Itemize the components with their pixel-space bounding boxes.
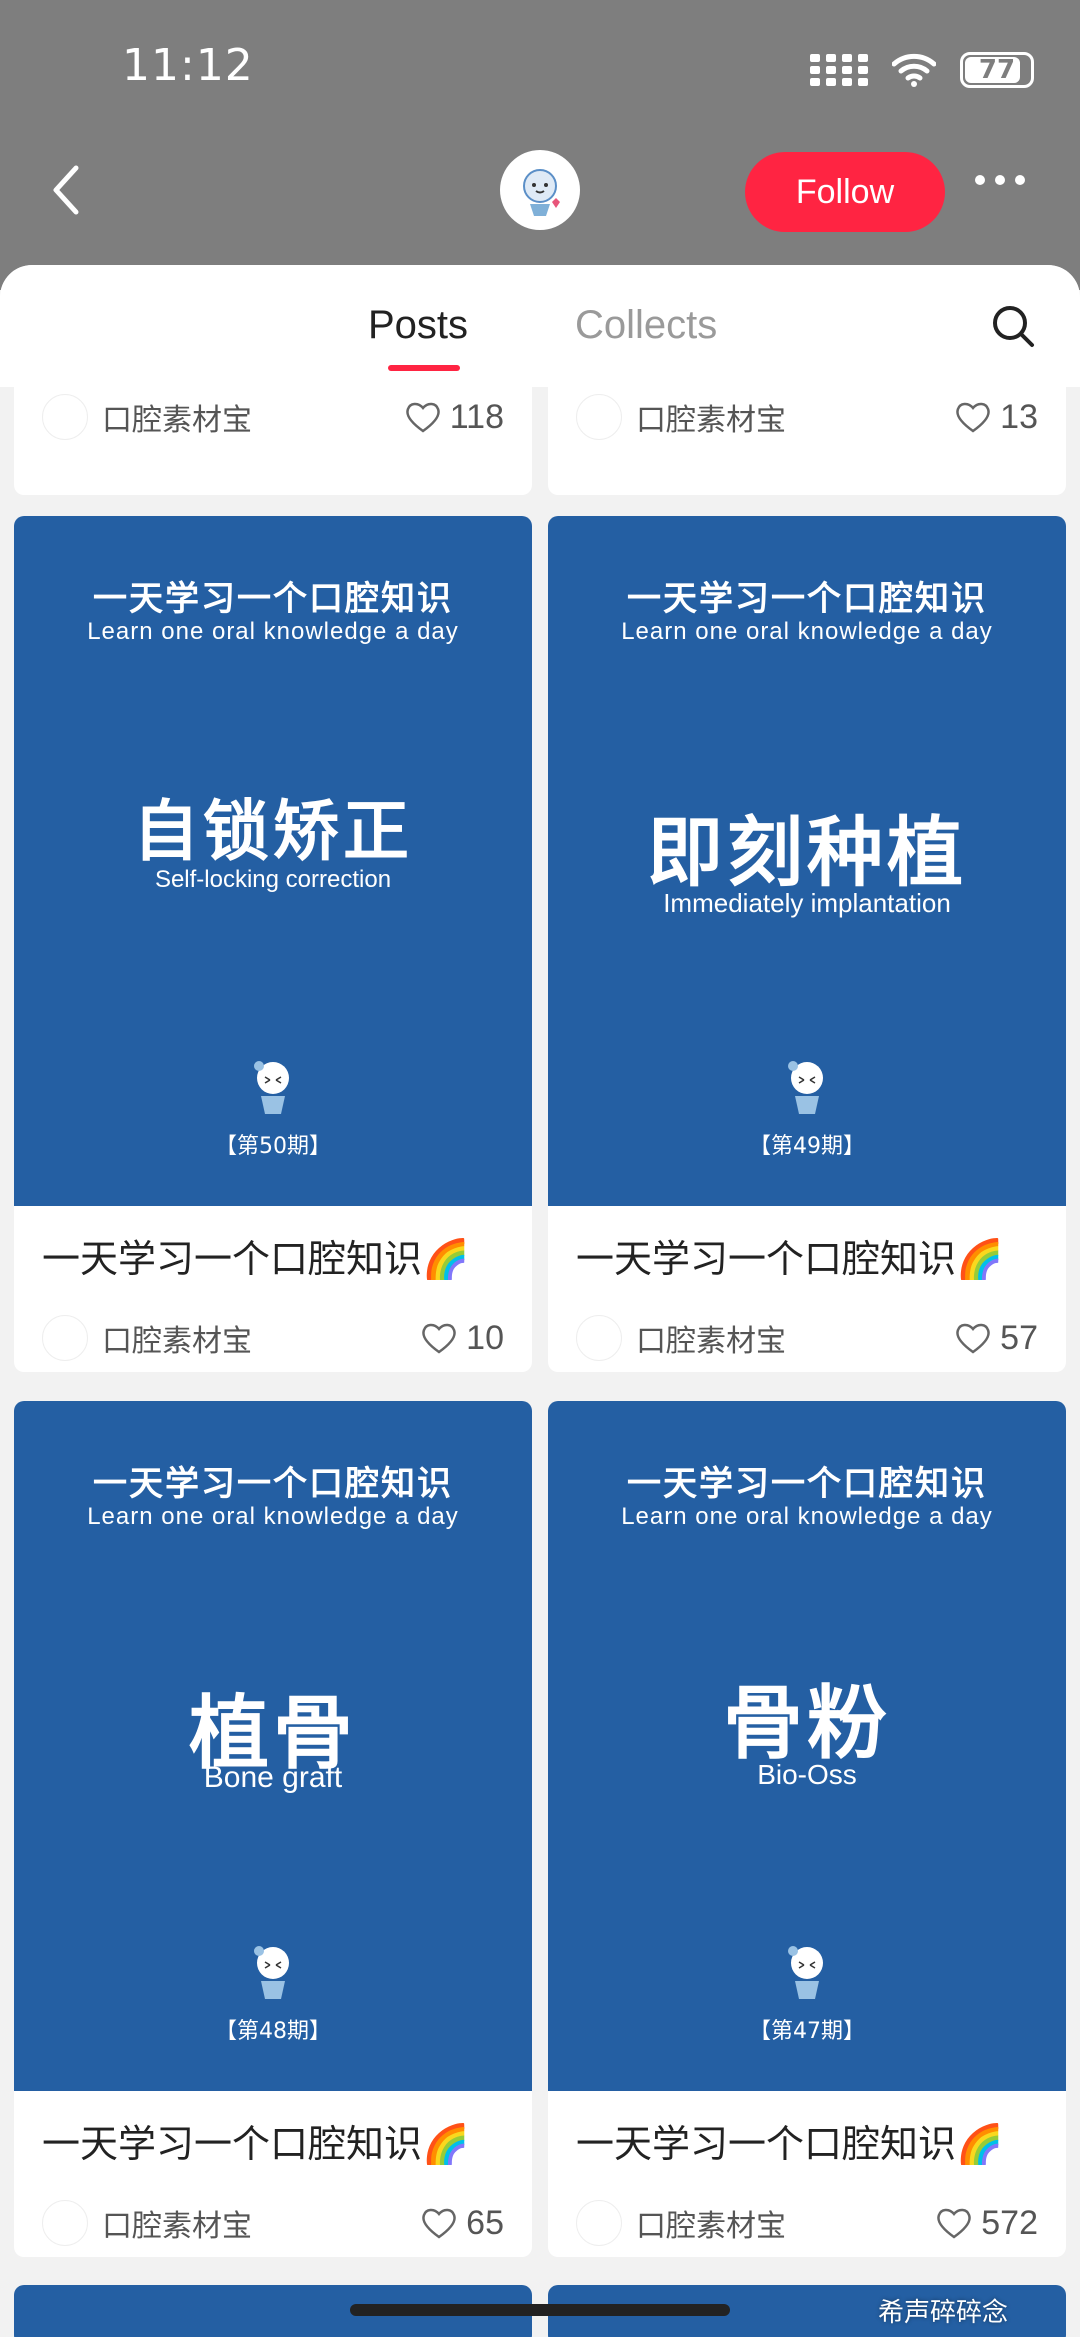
cover-topic-title: 自锁矫正 <box>133 793 413 870</box>
cover-series-subtitle: Learn one oral knowledge a day <box>87 618 459 645</box>
author-name[interactable]: 口腔素材宝 <box>636 2201 935 2245</box>
cover-issue-number: 【第49期】 <box>749 1134 865 1159</box>
card-meta: 口腔素材宝 57 <box>548 1288 1066 1372</box>
wifi-icon <box>892 53 936 87</box>
author-name[interactable]: 口腔素材宝 <box>102 1316 420 1360</box>
status-icons: 77 <box>810 52 1034 88</box>
watermark: 希声碎碎念 <box>878 2298 1009 2328</box>
tab-collects[interactable]: Collects <box>575 303 717 348</box>
cover-topic-title: 即刻种植 <box>647 808 967 897</box>
author-name[interactable]: 口腔素材宝 <box>636 1316 954 1360</box>
author-avatar[interactable] <box>42 1315 88 1361</box>
heart-icon[interactable] <box>404 400 442 434</box>
tab-posts[interactable]: Posts <box>368 303 468 348</box>
follow-button[interactable]: Follow <box>745 152 945 232</box>
profile-avatar[interactable] <box>500 150 580 230</box>
cover-topic-title: 骨粉 <box>723 1677 891 1770</box>
cover-series-title: 一天学习一个口腔知识 <box>627 1464 987 1504</box>
card-meta: 口腔素材宝 65 <box>14 2173 532 2257</box>
cover-series-subtitle: Learn one oral knowledge a day <box>621 1503 993 1530</box>
post-card[interactable]: 一天学习一个口腔知识 Learn one oral knowledge a da… <box>14 516 532 1372</box>
like-count: 118 <box>449 397 504 436</box>
post-cover-image[interactable]: 一天学习一个口腔知识 Learn one oral knowledge a da… <box>548 1401 1066 2091</box>
cover-issue-number: 【第50期】 <box>215 1134 331 1159</box>
author-avatar[interactable] <box>42 2200 88 2246</box>
home-indicator[interactable] <box>350 2304 730 2316</box>
cellular-signal-icon <box>810 54 868 86</box>
back-icon[interactable] <box>46 160 86 220</box>
post-card[interactable]: 一天学习一个口腔知识 Learn one oral knowledge a da… <box>14 1401 532 2257</box>
author-avatar[interactable] <box>576 1315 622 1361</box>
cover-series-subtitle: Learn one oral knowledge a day <box>621 618 993 645</box>
author-avatar[interactable] <box>576 394 622 440</box>
like-count: 65 <box>466 2203 504 2242</box>
post-title[interactable]: 一天学习一个口腔知识🌈 <box>548 2091 1066 2173</box>
post-cover-image[interactable]: 一天学习一个口腔知识 Learn one oral knowledge a da… <box>14 1401 532 2091</box>
post-title[interactable]: 一天学习一个口腔知识🌈 <box>14 2091 532 2173</box>
mascot-icon <box>254 1061 289 1114</box>
profile-content-sheet: Posts Collects 口腔素材宝 118 口腔素材宝 13 一天学习一个… <box>0 265 1080 2337</box>
card-meta: 口腔素材宝 10 <box>14 1288 532 1372</box>
author-avatar[interactable] <box>42 394 88 440</box>
heart-icon[interactable] <box>954 1321 992 1355</box>
cover-series-subtitle: Learn one oral knowledge a day <box>87 1503 459 1530</box>
post-cover-image[interactable]: 一天学习一个口腔知识 Learn one oral knowledge a da… <box>14 516 532 1206</box>
active-tab-indicator <box>388 365 460 371</box>
cover-topic-subtitle: Bio-Oss <box>757 1759 857 1790</box>
like-count: 572 <box>981 2203 1038 2242</box>
cover-topic-subtitle: Self-locking correction <box>154 866 392 893</box>
top-bar: 11:12 77 Follow <box>0 0 1080 290</box>
heart-icon[interactable] <box>420 2206 458 2240</box>
mascot-icon <box>254 1946 289 1999</box>
author-avatar[interactable] <box>576 2200 622 2246</box>
author-name[interactable]: 口腔素材宝 <box>102 2201 420 2245</box>
mascot-avatar-icon <box>523 169 560 216</box>
post-title[interactable]: 一天学习一个口腔知识🌈 <box>14 1206 532 1288</box>
cover-topic-subtitle: Bone graft <box>203 1761 343 1794</box>
like-count: 10 <box>466 1318 504 1357</box>
post-cover-image[interactable]: 一天学习一个口腔知识 Learn one oral knowledge a da… <box>548 516 1066 1206</box>
like-count: 13 <box>1000 397 1038 436</box>
post-card[interactable]: 一天学习一个口腔知识 Learn one oral knowledge a da… <box>548 516 1066 1372</box>
post-card[interactable]: 一天学习一个口腔知识 Learn one oral knowledge a da… <box>548 1401 1066 2257</box>
more-options-icon[interactable] <box>975 175 1025 185</box>
cover-issue-number: 【第47期】 <box>749 2019 865 2044</box>
post-title[interactable]: 一天学习一个口腔知识🌈 <box>548 1206 1066 1288</box>
heart-icon[interactable] <box>420 1321 458 1355</box>
author-name[interactable]: 口腔素材宝 <box>636 395 954 439</box>
heart-icon[interactable] <box>935 2206 973 2240</box>
cover-issue-number: 【第48期】 <box>215 2019 331 2044</box>
like-count: 57 <box>1000 1318 1038 1357</box>
cover-series-title: 一天学习一个口腔知识 <box>93 579 453 619</box>
battery-level: 77 <box>978 55 1016 85</box>
status-time: 11:12 <box>122 40 254 91</box>
card-meta: 口腔素材宝 572 <box>548 2173 1066 2257</box>
cover-series-title: 一天学习一个口腔知识 <box>93 1464 453 1504</box>
author-name[interactable]: 口腔素材宝 <box>102 395 404 439</box>
heart-icon[interactable] <box>954 400 992 434</box>
search-icon[interactable] <box>990 303 1036 349</box>
tab-bar: Posts Collects <box>0 265 1080 387</box>
cover-series-title: 一天学习一个口腔知识 <box>627 579 987 619</box>
mascot-icon <box>788 1946 823 1999</box>
cover-topic-subtitle: Immediately implantation <box>663 888 951 918</box>
battery-icon: 77 <box>960 52 1034 88</box>
mascot-icon <box>788 1061 823 1114</box>
